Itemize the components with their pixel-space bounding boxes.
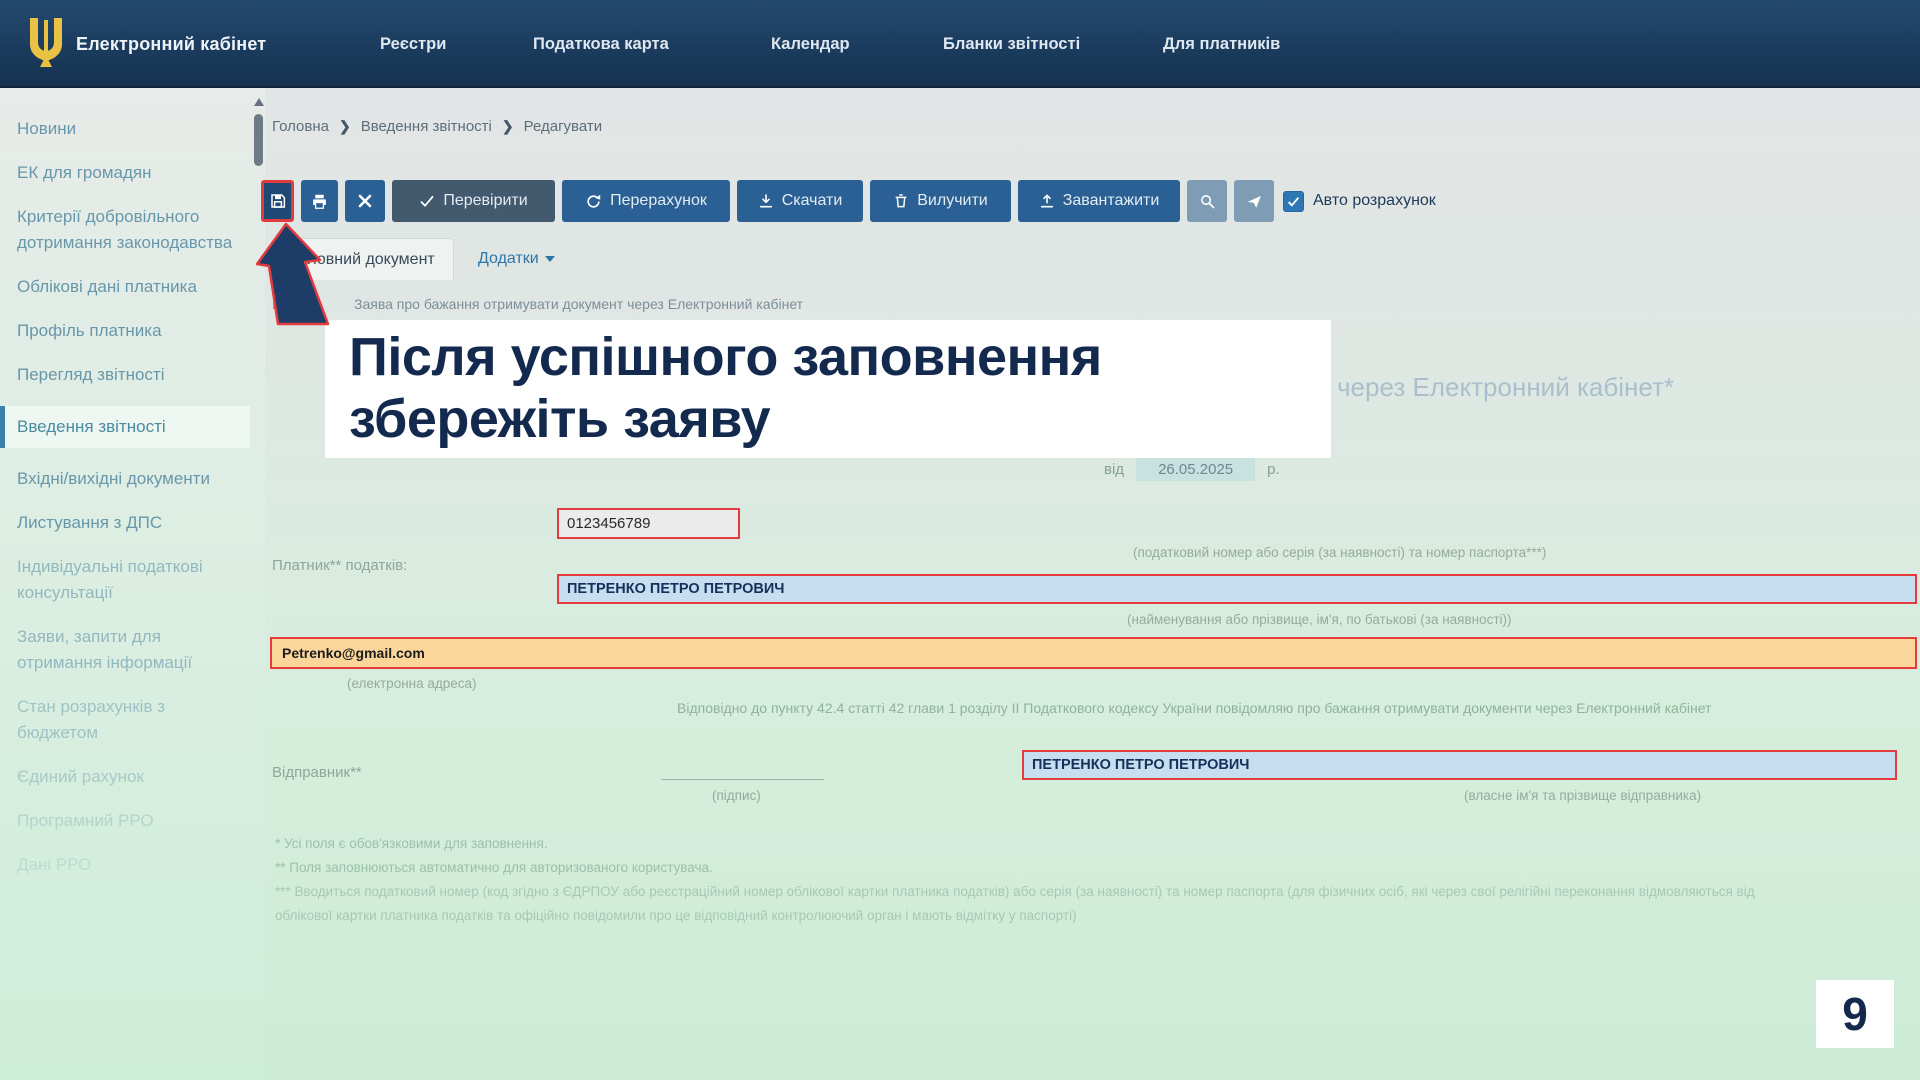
print-button[interactable] bbox=[301, 180, 338, 222]
sidebar-item-budget-settlements[interactable]: Стан розрахунків з бюджетом bbox=[0, 694, 250, 746]
sidebar-item-compliance-criteria[interactable]: Критерії добровільного дотримання законо… bbox=[0, 204, 250, 256]
date-suffix: р. bbox=[1267, 461, 1280, 478]
verify-button-label: Перевірити bbox=[443, 192, 527, 210]
download-button-label: Скачати bbox=[782, 192, 843, 210]
search-button[interactable] bbox=[1187, 180, 1227, 222]
nav-item-registries[interactable]: Реєстри bbox=[380, 0, 446, 88]
sidebar-item-in-out-documents[interactable]: Вхідні/вихідні документи bbox=[0, 466, 250, 492]
trident-logo-icon bbox=[26, 16, 66, 72]
recalculate-button[interactable]: Перерахунок bbox=[562, 180, 730, 222]
sidebar-scrollbar-thumb[interactable] bbox=[254, 114, 263, 166]
statement-text: Відповідно до пункту 42.4 статті 42 глав… bbox=[677, 700, 1711, 716]
chevron-down-icon bbox=[545, 256, 555, 262]
signature-caption: (підпис) bbox=[712, 788, 761, 803]
full-name-field[interactable]: ПЕТРЕНКО ПЕТРО ПЕТРОВИЧ bbox=[557, 574, 1917, 604]
download-icon bbox=[758, 193, 774, 209]
upload-icon bbox=[1039, 193, 1055, 209]
tax-number-field[interactable]: 0123456789 bbox=[557, 508, 740, 539]
sidebar-menu: Новини ЕК для громадян Критерії добровіл… bbox=[0, 116, 250, 878]
sidebar-item-account-data[interactable]: Облікові дані платника bbox=[0, 274, 250, 300]
sidebar-item-ek-citizens[interactable]: ЕК для громадян bbox=[0, 160, 250, 186]
upload-button-label: Завантажити bbox=[1063, 192, 1160, 210]
sender-label: Відправник** bbox=[272, 764, 362, 781]
nav-item-report-forms[interactable]: Бланки звітності bbox=[943, 0, 1080, 88]
save-floppy-icon bbox=[269, 192, 287, 210]
sidebar-item-software-rro[interactable]: Програмний РРО bbox=[0, 808, 250, 834]
sender-caption: (власне ім'я та прізвище відправника) bbox=[1464, 788, 1701, 803]
email-field[interactable]: Petrenko@gmail.com bbox=[270, 637, 1917, 669]
delete-button[interactable]: Вилучити bbox=[870, 180, 1011, 222]
sidebar-item-correspondence-dps[interactable]: Листування з ДПС bbox=[0, 510, 250, 536]
sidebar-item-rro-data[interactable]: Дані РРО bbox=[0, 852, 250, 878]
footnote-3-continued: облікової картки платника податків та оф… bbox=[275, 904, 1755, 928]
tab-attachments-label: Додатки bbox=[478, 250, 539, 268]
top-navbar: Електронний кабінет Реєстри Податкова ка… bbox=[0, 0, 1920, 88]
autocalc-checkbox[interactable] bbox=[1283, 191, 1304, 212]
nav-item-tax-map[interactable]: Податкова карта bbox=[533, 0, 669, 88]
checkbox-check-icon bbox=[1287, 195, 1300, 208]
date-label: від bbox=[1104, 461, 1124, 478]
search-icon bbox=[1199, 193, 1216, 210]
nav-item-calendar[interactable]: Календар bbox=[771, 0, 850, 88]
instruction-line-1: Після успішного заповнення bbox=[349, 326, 1331, 388]
breadcrumb: Головна ❯ Введення звітності ❯ Редагуват… bbox=[272, 118, 602, 135]
breadcrumb-enter-reports[interactable]: Введення звітності bbox=[361, 118, 492, 135]
tab-attachments[interactable]: Додатки bbox=[478, 238, 555, 280]
instruction-line-2: збережіть заяву bbox=[349, 388, 1331, 450]
footnote-1: * Усі поля є обов'язковими для заповненн… bbox=[275, 832, 1755, 856]
date-field[interactable]: 26.05.2025 bbox=[1136, 458, 1255, 481]
delete-button-label: Вилучити bbox=[917, 192, 987, 210]
check-icon bbox=[419, 193, 435, 209]
taxpayer-label: Платник** податків: bbox=[272, 557, 407, 574]
sender-name-field[interactable]: ПЕТРЕНКО ПЕТРО ПЕТРОВИЧ bbox=[1022, 750, 1897, 780]
footnote-3: *** Вводиться податковий номер (код згід… bbox=[275, 880, 1755, 904]
breadcrumb-separator: ❯ bbox=[339, 118, 351, 135]
recalculate-button-label: Перерахунок bbox=[610, 192, 707, 210]
app-title[interactable]: Електронний кабінет bbox=[76, 0, 266, 88]
sidebar-item-view-reports[interactable]: Перегляд звітності bbox=[0, 362, 250, 388]
pointer-arrow-to-save bbox=[254, 222, 354, 328]
close-button[interactable] bbox=[345, 180, 385, 222]
instruction-overlay: Після успішного заповнення збережіть зая… bbox=[325, 320, 1331, 458]
breadcrumb-separator: ❯ bbox=[502, 118, 514, 135]
sidebar-scroll-up-arrow[interactable] bbox=[254, 98, 264, 106]
sidebar-item-single-account[interactable]: Єдиний рахунок bbox=[0, 764, 250, 790]
autocalc-label: Авто розрахунок bbox=[1313, 192, 1436, 210]
sidebar: Новини ЕК для громадян Критерії добровіл… bbox=[0, 88, 265, 1080]
close-icon bbox=[358, 194, 372, 208]
tax-number-caption: (податковий номер або серія (за наявност… bbox=[1133, 545, 1546, 560]
sidebar-item-info-requests[interactable]: Заяви, запити для отримання інформації bbox=[0, 624, 250, 676]
breadcrumb-edit[interactable]: Редагувати bbox=[524, 118, 603, 135]
document-toolbar: Перевірити Перерахунок Скачати Вилучити … bbox=[261, 180, 1436, 222]
upload-button[interactable]: Завантажити bbox=[1018, 180, 1180, 222]
email-caption: (електронна адреса) bbox=[347, 676, 477, 691]
breadcrumb-home[interactable]: Головна bbox=[272, 118, 329, 135]
autocalc-group: Авто розрахунок bbox=[1283, 180, 1436, 222]
download-button[interactable]: Скачати bbox=[737, 180, 863, 222]
page-root: { "navbar": { "brand": "Електронний кабі… bbox=[0, 0, 1920, 1080]
footnotes: * Усі поля є обов'язковими для заповненн… bbox=[275, 832, 1755, 928]
paper-plane-icon bbox=[1246, 193, 1263, 210]
signature-line bbox=[661, 779, 824, 780]
send-button[interactable] bbox=[1234, 180, 1274, 222]
footnote-2: ** Поля заповнюються автоматично для авт… bbox=[275, 856, 1755, 880]
nav-item-for-payers[interactable]: Для платників bbox=[1163, 0, 1280, 88]
trash-icon bbox=[893, 193, 909, 209]
sidebar-item-payer-profile[interactable]: Профіль платника bbox=[0, 318, 250, 344]
verify-button[interactable]: Перевірити bbox=[392, 180, 555, 222]
refresh-icon bbox=[585, 193, 602, 210]
sidebar-item-tax-consultations[interactable]: Індивідуальні податкові консультації bbox=[0, 554, 250, 606]
printer-icon bbox=[311, 193, 328, 210]
form-heading-visible: через Електронний кабінет* bbox=[1337, 372, 1674, 403]
full-name-caption: (найменування або прізвище, ім'я, по бат… bbox=[1127, 612, 1512, 627]
document-title-line: Заява про бажання отримувати документ че… bbox=[354, 296, 803, 312]
sidebar-item-news[interactable]: Новини bbox=[0, 116, 250, 142]
form-date-row: від 26.05.2025 р. bbox=[1104, 458, 1280, 481]
slide-page-number: 9 bbox=[1816, 980, 1894, 1048]
save-button[interactable] bbox=[261, 180, 294, 222]
sidebar-item-enter-reports[interactable]: Введення звітності bbox=[0, 406, 250, 448]
